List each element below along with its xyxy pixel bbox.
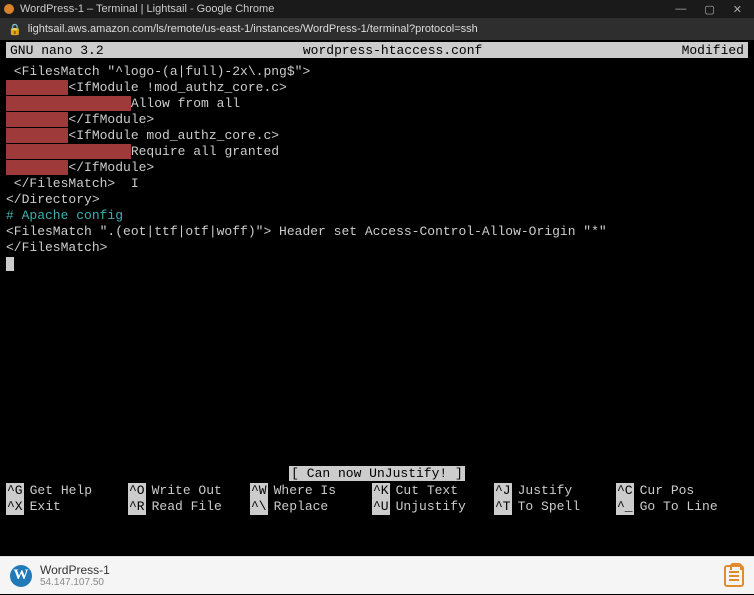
shortcut-label: Cut Text: [396, 483, 458, 499]
shortcut-item: ^K Cut Text: [372, 483, 494, 499]
shortcut-item: ^C Cur Pos: [616, 483, 738, 499]
editor-content[interactable]: <FilesMatch "^logo-(a|full)-2x\.png$"> <…: [6, 64, 748, 272]
shortcut-key: ^X: [6, 499, 24, 515]
block-cursor-icon: [6, 257, 14, 271]
editor-line: # Apache config: [6, 208, 748, 224]
window-controls: — ▢ ✕: [675, 3, 750, 16]
shortcut-key: ^\: [250, 499, 268, 515]
instance-info: WordPress-1 54.147.107.50: [40, 563, 110, 588]
close-icon[interactable]: ✕: [733, 3, 742, 16]
editor-line: </Directory>: [6, 192, 748, 208]
shortcut-label: Read File: [152, 499, 222, 515]
editor-line: </FilesMatch>: [6, 240, 748, 256]
shortcut-key: ^O: [128, 483, 146, 499]
shortcut-item: ^R Read File: [128, 499, 250, 515]
nano-message: [ Can now UnJustify! ]: [289, 466, 465, 481]
clipboard-icon[interactable]: [724, 565, 744, 587]
nano-version: GNU nano 3.2: [10, 43, 104, 58]
shortcut-row: ^G Get Help ^O Write Out ^W Where Is ^K Cut Tex…: [6, 483, 748, 499]
editor-line: Allow from all: [6, 96, 748, 112]
shortcut-item: ^\ Replace: [250, 499, 372, 515]
nano-header: GNU nano 3.2 wordpress-htaccess.conf Mod…: [6, 42, 748, 58]
shortcut-label: To Spell: [518, 499, 580, 515]
shortcut-item: ^W Where Is: [250, 483, 372, 499]
shortcut-item: ^O Write Out: [128, 483, 250, 499]
minimize-icon[interactable]: —: [675, 3, 686, 15]
shortcut-label: Replace: [274, 499, 329, 515]
lock-icon: 🔒: [8, 23, 22, 36]
editor-line: <IfModule mod_authz_core.c>: [6, 128, 748, 144]
instance-ip: 54.147.107.50: [40, 577, 110, 588]
shortcut-key: ^T: [494, 499, 512, 515]
shortcut-row: ^X Exit ^R Read File ^\ Replace ^U Unjustify ^T T…: [6, 499, 748, 515]
shortcut-key: ^J: [494, 483, 512, 499]
shortcut-label: Write Out: [152, 483, 222, 499]
nano-status: Modified: [682, 43, 744, 58]
favicon-icon: [4, 4, 14, 14]
terminal[interactable]: GNU nano 3.2 wordpress-htaccess.conf Mod…: [0, 40, 754, 556]
shortcut-key: ^R: [128, 499, 146, 515]
editor-line: <FilesMatch "^logo-(a|full)-2x\.png$">: [6, 64, 748, 80]
nano-filename: wordpress-htaccess.conf: [104, 43, 682, 58]
url-text: lightsail.aws.amazon.com/ls/remote/us-ea…: [28, 23, 478, 35]
shortcut-key: ^_: [616, 499, 634, 515]
nano-shortcuts: ^G Get Help ^O Write Out ^W Where Is ^K Cut Tex…: [6, 483, 748, 515]
text-cursor-icon: I: [115, 176, 138, 191]
editor-line: </IfModule>: [6, 160, 748, 176]
instance-name: WordPress-1: [40, 563, 110, 577]
shortcut-item: ^_ Go To Line: [616, 499, 738, 515]
editor-line: </FilesMatch> I: [6, 176, 748, 192]
editor-line: <IfModule !mod_authz_core.c>: [6, 80, 748, 96]
shortcut-key: ^G: [6, 483, 24, 499]
shortcut-label: Get Help: [30, 483, 92, 499]
maximize-icon[interactable]: ▢: [704, 3, 714, 16]
address-bar[interactable]: 🔒 lightsail.aws.amazon.com/ls/remote/us-…: [0, 18, 754, 40]
shortcut-item: ^J Justify: [494, 483, 616, 499]
shortcut-item: ^U Unjustify: [372, 499, 494, 515]
lightsail-bottombar: W WordPress-1 54.147.107.50: [0, 556, 754, 594]
editor-line: </IfModule>: [6, 112, 748, 128]
shortcut-key: ^K: [372, 483, 390, 499]
editor-line: <FilesMatch ".(eot|ttf|otf|woff)"> Heade…: [6, 224, 748, 240]
shortcut-label: Unjustify: [396, 499, 466, 515]
shortcut-item: ^G Get Help: [6, 483, 128, 499]
shortcut-key: ^W: [250, 483, 268, 499]
nano-message-row: [ Can now UnJustify! ]: [6, 466, 748, 481]
shortcut-label: Where Is: [274, 483, 336, 499]
window-title: WordPress-1 – Terminal | Lightsail - Goo…: [20, 3, 274, 15]
wordpress-icon: W: [10, 565, 32, 587]
shortcut-item: ^T To Spell: [494, 499, 616, 515]
shortcut-label: Exit: [30, 499, 61, 515]
shortcut-item: ^X Exit: [6, 499, 128, 515]
editor-line: Require all granted: [6, 144, 748, 160]
shortcut-label: Cur Pos: [640, 483, 695, 499]
shortcut-key: ^U: [372, 499, 390, 515]
shortcut-label: Justify: [518, 483, 573, 499]
window-titlebar: WordPress-1 – Terminal | Lightsail - Goo…: [0, 0, 754, 18]
shortcut-label: Go To Line: [640, 499, 718, 515]
shortcut-key: ^C: [616, 483, 634, 499]
